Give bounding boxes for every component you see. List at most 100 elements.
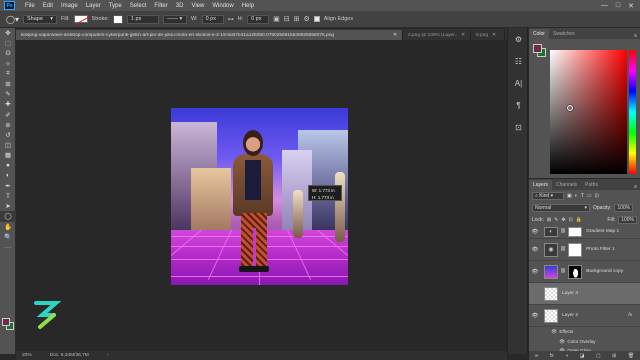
hue-slider[interactable]	[629, 50, 636, 174]
layer-name[interactable]: Layer 3	[562, 291, 578, 296]
link-icon[interactable]: ⊶	[228, 16, 234, 23]
new-adjustment-icon[interactable]: ◪	[580, 353, 585, 359]
layer-name[interactable]: Layer 2	[562, 313, 578, 318]
menu-edit[interactable]: Edit	[39, 3, 57, 9]
document-canvas[interactable]: W: 1.773 in H: 1.773 in	[171, 108, 348, 285]
frame-tool-icon[interactable]: ⊞	[0, 79, 16, 89]
zoom-level[interactable]: 20%	[22, 353, 32, 358]
panel-foreground-swatch[interactable]	[533, 44, 542, 53]
status-arrow-icon[interactable]: ›	[107, 353, 109, 358]
menu-filter[interactable]: Filter	[150, 3, 171, 9]
visibility-eye-icon[interactable]: 👁	[551, 329, 557, 334]
filter-smart-icon[interactable]: ⊡	[595, 193, 599, 199]
new-group-icon[interactable]: ▢	[596, 353, 601, 359]
lock-paint-icon[interactable]: ✎	[554, 217, 558, 223]
visibility-eye-icon[interactable]: 👁	[529, 313, 541, 319]
maximize-icon[interactable]: □	[616, 2, 620, 10]
visibility-eye-icon[interactable]: 👁	[559, 339, 565, 344]
tab-channels[interactable]: Channels	[552, 180, 581, 190]
layer-mask-thumb[interactable]	[568, 264, 583, 279]
fill-swatch[interactable]	[73, 15, 88, 23]
type-tool-icon[interactable]: T	[0, 191, 16, 201]
menu-file[interactable]: File	[21, 3, 39, 9]
layer-name[interactable]: Background copy	[586, 269, 623, 274]
quick-select-tool-icon[interactable]: ✧	[0, 59, 16, 69]
tab-color[interactable]: Color	[529, 29, 549, 39]
lasso-tool-icon[interactable]: ʘ	[0, 48, 16, 58]
tab-paths[interactable]: Paths	[581, 180, 602, 190]
tool-preset-icon[interactable]: ◯▾	[6, 15, 19, 24]
visibility-eye-icon[interactable]: 👁	[529, 269, 541, 275]
tab-close-icon[interactable]: ✕	[492, 33, 496, 38]
lock-all-icon[interactable]: 🔒	[576, 217, 582, 223]
more-tools-icon[interactable]: ···	[0, 242, 16, 252]
layer-name[interactable]: Photo Filter 1	[586, 247, 615, 252]
new-layer-icon[interactable]: ⊞	[612, 353, 616, 359]
libraries-icon[interactable]: ☷	[508, 50, 529, 72]
tab-swatches[interactable]: Swatches	[549, 29, 579, 39]
filter-shape-icon[interactable]: ▭	[587, 193, 592, 199]
menu-3d[interactable]: 3D	[172, 3, 188, 9]
stroke-swatch[interactable]	[112, 14, 123, 24]
tab-layers[interactable]: Layers	[529, 180, 553, 190]
visibility-eye-icon[interactable]: 👁	[529, 247, 541, 253]
pen-tool-icon[interactable]: ✒	[0, 181, 16, 191]
healing-brush-tool-icon[interactable]: ✚	[0, 99, 16, 109]
hand-tool-icon[interactable]: ✋	[0, 222, 16, 232]
path-select-tool-icon[interactable]: ➤	[0, 201, 16, 211]
align-edges-checkbox[interactable]	[313, 16, 320, 22]
tab-document-2[interactable]: 2.png @ 100% (Layer... ✕	[403, 30, 471, 40]
tab-document-1[interactable]: kisspng-vaporwave-desktop-computers-cybe…	[16, 30, 403, 40]
foreground-color[interactable]	[2, 318, 10, 326]
move-tool-icon[interactable]: ✥	[0, 28, 16, 38]
eyedropper-tool-icon[interactable]: ✎	[0, 89, 16, 99]
filter-type-icon[interactable]: T	[581, 193, 584, 199]
path-operations-icon[interactable]: ▣	[273, 15, 280, 23]
crop-tool-icon[interactable]: ⌗	[0, 69, 16, 79]
brush-tool-icon[interactable]: ✐	[0, 110, 16, 120]
stroke-width-input[interactable]: 1 px	[126, 14, 159, 24]
layer-row[interactable]: 👁 Layer 2 fx	[529, 305, 640, 327]
menu-layer[interactable]: Layer	[82, 3, 105, 9]
ellipse-tool-icon[interactable]: ◯	[0, 211, 16, 222]
visibility-eye-icon[interactable]: 👁	[529, 229, 541, 235]
menu-type[interactable]: Type	[105, 3, 126, 9]
canvas-area[interactable]: W: 1.773 in H: 1.773 in	[16, 40, 507, 354]
minimize-icon[interactable]: —	[601, 2, 608, 10]
menu-view[interactable]: View	[187, 3, 208, 9]
layer-row[interactable]: 👁 ◉ ⛓ Photo Filter 1	[529, 239, 640, 261]
shape-mode-select[interactable]: Shape ▾	[22, 14, 57, 24]
layer-row[interactable]: 👁 ◐ ⛓ Gradient Map 1	[529, 225, 640, 239]
gradient-tool-icon[interactable]: ▦	[0, 150, 16, 160]
tab-close-icon[interactable]: ✕	[393, 33, 397, 38]
properties-icon[interactable]: ⚙	[508, 28, 529, 50]
layer-kind-filter[interactable]: ⌕ Kind ▾	[532, 192, 564, 200]
effect-item[interactable]: 👁 Color Overlay	[559, 339, 596, 345]
path-alignment-icon[interactable]: ⊟	[284, 15, 290, 23]
menu-image[interactable]: Image	[57, 3, 82, 9]
menu-window[interactable]: Window	[208, 3, 237, 9]
layer-row[interactable]: 👁 ⛓ Background copy	[529, 261, 640, 283]
add-mask-icon[interactable]: ◑	[565, 353, 568, 359]
eraser-tool-icon[interactable]: ◫	[0, 140, 16, 150]
menu-select[interactable]: Select	[126, 3, 151, 9]
path-arrangement-icon[interactable]: ⊞	[294, 15, 300, 23]
tab-close-icon[interactable]: ✕	[461, 33, 465, 38]
height-input[interactable]: 0 px	[247, 14, 270, 24]
layer-row[interactable]: Layer 3	[529, 283, 640, 305]
panel-menu-icon[interactable]: ≡	[634, 184, 640, 190]
filter-adjustment-icon[interactable]: ◐	[575, 193, 578, 199]
fill-input[interactable]: 100%	[618, 216, 637, 224]
glyphs-icon[interactable]: ⊡	[508, 116, 529, 138]
menu-help[interactable]: Help	[238, 3, 258, 9]
dodge-tool-icon[interactable]: ◐	[0, 171, 16, 181]
document-size[interactable]: Doc: 6,34M/36,7M	[50, 353, 89, 358]
blur-tool-icon[interactable]: ●	[0, 160, 16, 170]
clone-stamp-tool-icon[interactable]: ⊛	[0, 120, 16, 130]
fx-icon[interactable]: fx	[628, 313, 632, 318]
character-icon[interactable]: A|	[508, 72, 529, 94]
stroke-type-select[interactable]: —— ▾	[162, 14, 187, 24]
opacity-input[interactable]: 100%	[614, 204, 634, 212]
layer-name[interactable]: Gradient Map 1	[586, 229, 619, 234]
color-swatches[interactable]	[2, 318, 14, 330]
